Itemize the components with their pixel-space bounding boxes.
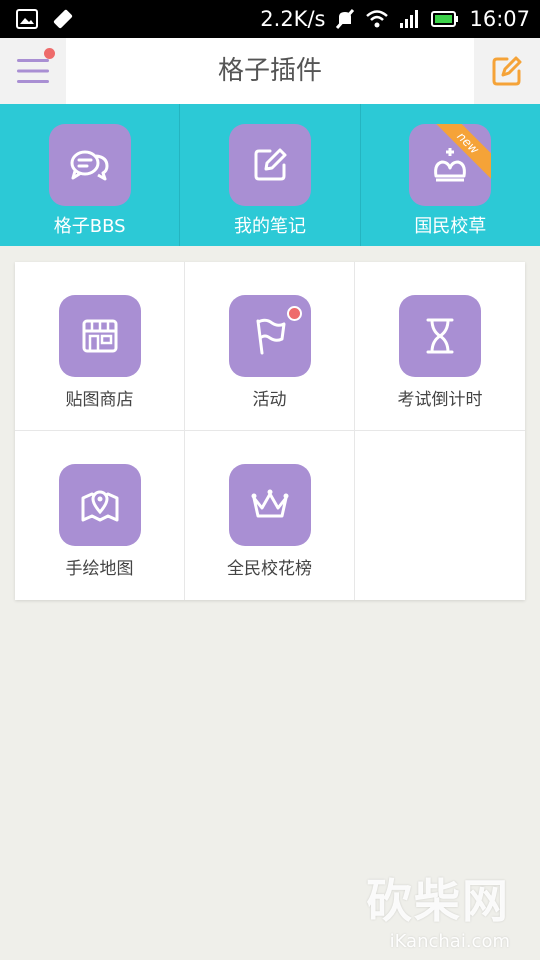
chat-icon (70, 150, 109, 181)
wifi-icon (366, 10, 389, 28)
compose-button[interactable] (474, 38, 540, 104)
hamburger-menu-icon (17, 59, 49, 83)
app-bar: 格子插件 (0, 38, 540, 104)
flag-icon (256, 318, 285, 355)
plugin-grid: 贴图商店 活动 考试倒计时 手绘地图 全民校花榜 (15, 262, 525, 600)
featured-band: 格子BBS 我的笔记 new 国民校草 (0, 104, 540, 246)
mute-icon (336, 9, 355, 29)
grid-tile (399, 295, 481, 377)
edit-note-icon (254, 148, 287, 181)
hourglass-icon (426, 318, 454, 354)
screen-rotate-icon (53, 9, 73, 29)
feature-tile (228, 124, 311, 206)
image-notification-icon (16, 9, 38, 29)
grid-label: 全民校花榜 (227, 559, 312, 579)
grid-label: 活动 (252, 390, 287, 410)
watermark-logo: 砍柴网 (366, 874, 510, 928)
page-title: 格子插件 (217, 56, 322, 86)
grid-label: 考试倒计时 (397, 390, 483, 410)
grid-item-sticker-store[interactable]: 贴图商店 (15, 262, 185, 431)
battery-icon (431, 11, 459, 27)
grid-tile (228, 464, 311, 546)
store-icon (82, 319, 117, 353)
notification-dot (44, 48, 55, 59)
grid-item-campus-beauty-ranking[interactable]: 全民校花榜 (185, 431, 355, 600)
grid-item-events[interactable]: 活动 (185, 262, 355, 431)
feature-item-bbs[interactable]: 格子BBS (0, 104, 181, 246)
feature-tile: new (409, 124, 492, 206)
grid-tile (58, 464, 141, 546)
grid-item-exam-countdown[interactable]: 考试倒计时 (355, 262, 525, 431)
status-bar: 2.2K/s 16:07 (0, 0, 540, 38)
network-speed: 2.2K/s (260, 7, 326, 31)
feature-label: 我的笔记 (233, 216, 306, 237)
watermark: 砍柴网 iKanchai.com (366, 865, 510, 952)
clock: 16:07 (469, 7, 530, 31)
map-icon (81, 490, 118, 522)
grid-label: 手绘地图 (65, 559, 134, 579)
feature-label: 格子BBS (53, 216, 126, 237)
tiara-icon (251, 489, 288, 518)
feature-label: 国民校草 (414, 216, 487, 237)
feature-tile (48, 124, 131, 206)
menu-button[interactable] (0, 38, 66, 104)
grid-tile (228, 295, 311, 377)
grid-tile (58, 295, 141, 377)
signal-icon (400, 10, 419, 28)
grid-label: 贴图商店 (65, 390, 134, 410)
compose-icon (492, 56, 522, 86)
notification-dot (286, 306, 302, 321)
grid-empty-cell (355, 431, 525, 600)
feature-item-campus-king[interactable]: new 国民校草 (361, 104, 540, 246)
watermark-url: iKanchai.com (389, 931, 510, 952)
grid-item-hand-drawn-map[interactable]: 手绘地图 (15, 431, 185, 600)
feature-item-notes[interactable]: 我的笔记 (180, 104, 361, 246)
